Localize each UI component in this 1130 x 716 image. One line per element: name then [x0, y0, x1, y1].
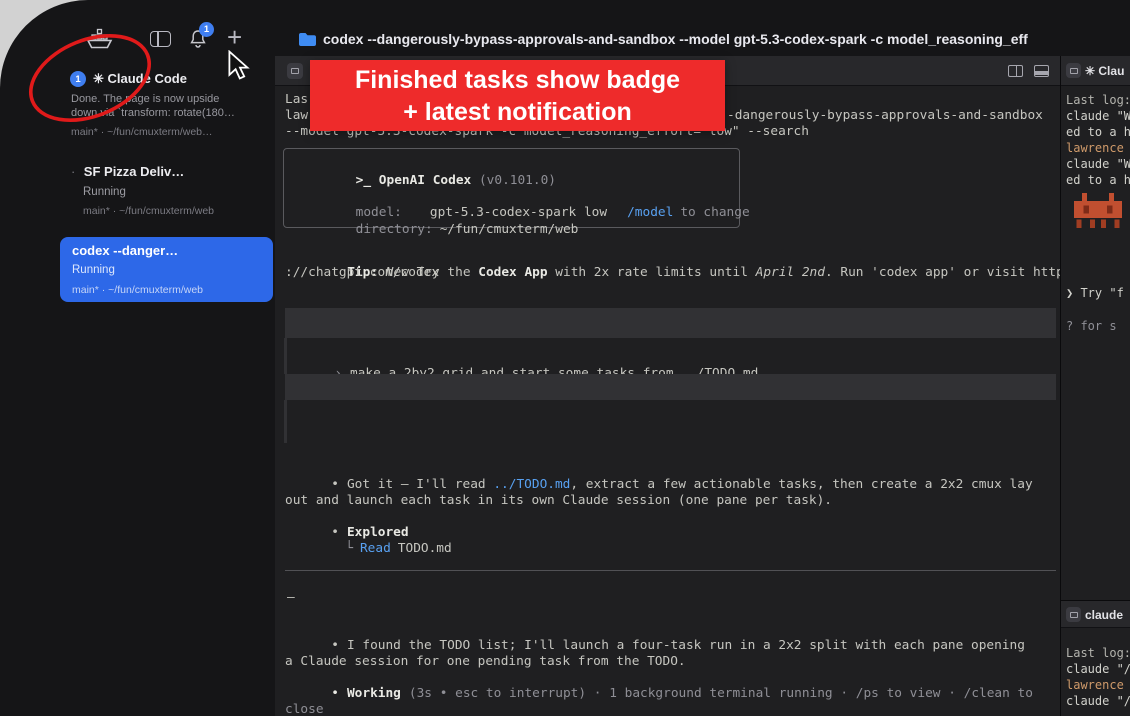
terminal-divider: [285, 570, 1056, 571]
folder-icon: [298, 32, 317, 47]
split-rows-icon[interactable]: [1034, 65, 1049, 77]
terminal-log-fragment: law: [285, 108, 308, 124]
bullet: •: [331, 638, 339, 653]
pane-log-line: claude "W: [1066, 156, 1130, 172]
claude-crab-icon: [1070, 193, 1126, 233]
split-columns-icon[interactable]: [1008, 65, 1023, 77]
directory-value: ~/fun/cmuxterm/web: [440, 222, 579, 237]
pane-log-line: Last log:: [1066, 92, 1130, 108]
pane-log-line: claude "/: [1066, 693, 1130, 709]
right-panel: ✳ Clau Last log: claude "W ed to a h law…: [1060, 56, 1130, 716]
read-file: TODO.md: [398, 541, 452, 556]
mouse-cursor: [227, 50, 251, 80]
notification-badge: 1: [199, 22, 214, 37]
working-status-line: •Working(3s • esc to interrupt) · 1 back…: [285, 670, 1040, 716]
dash-line: —: [287, 590, 295, 606]
pane-top-tab[interactable]: ✳ Clau: [1061, 56, 1130, 86]
working-label: Working: [347, 686, 401, 701]
pane-log-line: claude "/: [1066, 661, 1130, 677]
session-status-dot: ·: [71, 164, 75, 179]
terminal-tab-icon[interactable]: [287, 63, 303, 79]
bullet: •: [331, 477, 339, 492]
annotation-banner-line1: Finished tasks show badge: [355, 64, 680, 96]
working-detail: (3s • esc to interrupt): [409, 686, 586, 701]
terminal-log-fragment: Las: [285, 92, 308, 108]
pane-tab-label: claude: [1085, 608, 1123, 622]
codex-prompt-glyph: >_: [356, 173, 371, 188]
sidebar-session-codex-selected[interactable]: codex --danger… Running main* · ~/fun/cm…: [60, 237, 273, 302]
terminal-tab-icon: [1066, 63, 1081, 78]
terminal-band-edge: [284, 338, 287, 374]
terminal-highlight-band: [285, 308, 1056, 338]
session-branch-path: main* · ~/fun/cmuxterm/web: [72, 284, 203, 296]
model-hint: to change: [680, 205, 749, 220]
pane-log-line: claude "W: [1066, 108, 1130, 124]
codex-version: (v0.101.0): [479, 173, 556, 188]
pane-log-line: ed to a h: [1066, 172, 1130, 188]
model-command: /model: [627, 205, 673, 220]
session-status: Running: [83, 186, 126, 198]
pane-log-line: lawrence: [1066, 677, 1124, 693]
session-status: Running: [72, 264, 115, 276]
pane-input-prompt: ❯ Try "f: [1066, 285, 1124, 301]
pane-log-line: ed to a h: [1066, 124, 1130, 140]
tip-line-wrap: ://chatgpt.com/codex: [285, 265, 439, 281]
pane-log-line: Last log:: [1066, 645, 1130, 661]
window-title: codex --dangerously-bypass-approvals-and…: [323, 31, 1128, 47]
todo-file-link: ../TODO.md: [493, 477, 570, 492]
terminal-tab-icon: [1066, 607, 1081, 622]
directory-label: directory:: [356, 222, 433, 237]
new-session-button[interactable]: +: [227, 22, 242, 53]
pane-tab-label: ✳ Clau: [1085, 64, 1124, 78]
terminal-highlight-band: [285, 374, 1056, 400]
session-title: codex --danger…: [72, 243, 178, 258]
pane-log-line: lawrence: [1066, 140, 1124, 156]
read-action: Read: [360, 541, 391, 556]
terminal-log-fragment: -dangerously-bypass-approvals-and-sandbo…: [727, 108, 1043, 124]
sidebar-session-sf-pizza[interactable]: · SF Pizza Deliv… Running main* · ~/fun/…: [60, 158, 274, 220]
red-circle-annotation: [18, 26, 170, 134]
annotation-banner: Finished tasks show badge + latest notif…: [310, 60, 725, 131]
pane-shortcut-hint: ? for s: [1066, 318, 1117, 334]
session-title: SF Pizza Deliv…: [84, 164, 184, 179]
tree-glyph: └: [345, 541, 353, 556]
main-terminal-pane: Las law -dangerously-bypass-approvals-an…: [275, 56, 1060, 716]
bullet: •: [331, 686, 339, 701]
codex-name: OpenAI Codex: [379, 173, 471, 188]
session-branch-path: main* · ~/fun/cmuxterm/web: [83, 205, 214, 217]
annotation-banner-line2: + latest notification: [403, 96, 632, 128]
terminal-band-edge: [284, 400, 287, 443]
codex-info-box: >_ OpenAI Codex (v0.101.0) model:gpt-5.3…: [283, 148, 740, 228]
pane-bottom-tab[interactable]: claude: [1061, 600, 1130, 628]
explored-item: └ Read TODO.md: [299, 525, 452, 573]
